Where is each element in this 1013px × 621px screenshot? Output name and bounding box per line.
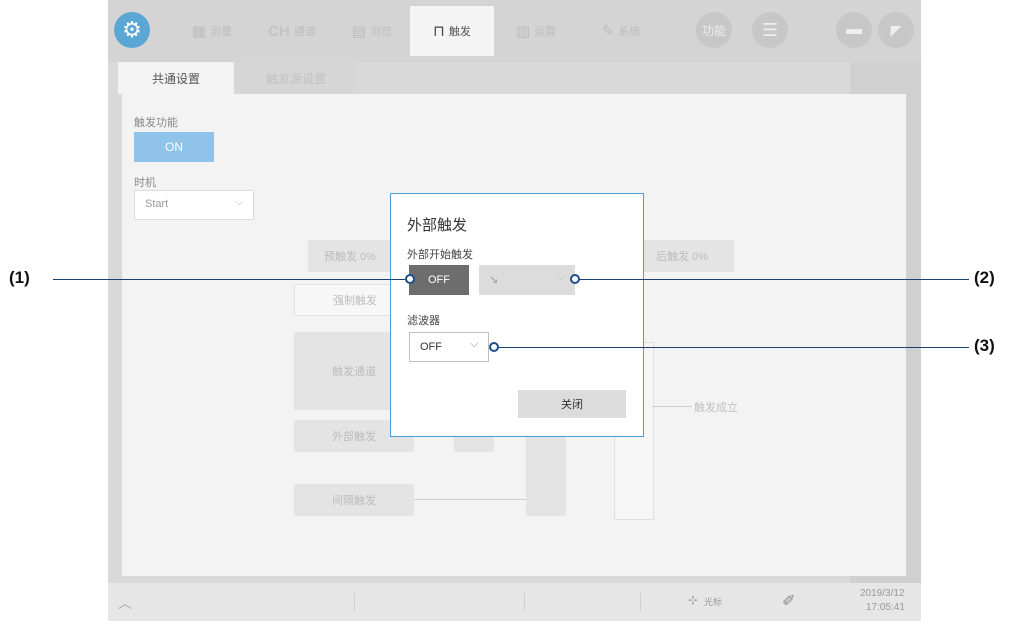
timing-label: 时机 <box>134 177 156 189</box>
document-icon: ▤ <box>351 23 367 40</box>
subtab-common-settings[interactable]: 共通设置 <box>118 62 234 94</box>
callout-1-line <box>53 279 409 280</box>
function-button[interactable]: 功能 <box>696 12 732 48</box>
filter-value: OFF <box>420 341 442 353</box>
tab-channel-label: 通道 <box>293 26 316 38</box>
pre-trigger-box[interactable]: 预触发 0% <box>308 240 392 272</box>
tab-trigger-label: 触发 <box>448 26 471 38</box>
status-time: 17:05:41 <box>866 602 905 613</box>
slope-select[interactable]: ↘ ⌵ <box>479 265 575 295</box>
cursor-label[interactable]: 光标 <box>704 595 722 608</box>
top-toolbar: ⚙ ▦ 测量 CH 通道 ▤ 浏览 ⊓ 触发 ▥ 运算 ✎ 系统 功能 ☰ ▬ <box>108 0 921 62</box>
falling-slope-icon: ↘ <box>489 274 499 286</box>
connector-line <box>414 499 526 500</box>
ext-start-trigger-toggle[interactable]: OFF <box>409 265 469 295</box>
external-trigger-dialog: 外部触发 外部开始触发 OFF ↘ ⌵ 滤波器 OFF ⌵ 关闭 <box>390 193 644 437</box>
chevron-down-icon: ⌵ <box>235 196 244 208</box>
tab-trigger[interactable]: ⊓ 触发 <box>410 6 494 56</box>
divider <box>524 593 525 611</box>
tab-channel[interactable]: CH 通道 <box>252 6 332 56</box>
subtab-common-label: 共通设置 <box>151 71 200 86</box>
trigger-function-toggle[interactable]: ON <box>134 132 214 162</box>
callout-1-label: (1) <box>9 268 30 287</box>
cursor-axis-icon: ⊹ <box>688 593 699 607</box>
callout-3-line <box>497 347 969 348</box>
combine-box <box>526 434 566 516</box>
post-trigger-box[interactable]: 后触发 0% <box>630 240 734 272</box>
tab-measure-label: 测量 <box>210 26 233 38</box>
tab-system-label: 系统 <box>618 26 641 38</box>
waveform-icon: ▦ <box>191 23 207 40</box>
dialog-title: 外部触发 <box>407 217 468 234</box>
callout-3-dot <box>489 342 499 352</box>
tab-browse-label: 浏览 <box>370 26 393 38</box>
close-button[interactable]: 关闭 <box>518 390 626 418</box>
timing-select[interactable]: Start ⌵ <box>134 190 254 220</box>
subtab-source-label: 触发源设置 <box>265 71 326 86</box>
ext-start-trigger-label: 外部开始触发 <box>407 249 473 261</box>
callout-2-label: (2) <box>974 268 995 287</box>
grid-icon: ▥ <box>515 23 531 40</box>
settings-gear-icon[interactable]: ⚙ <box>114 12 150 48</box>
status-bar: ︿ ⊹ 光标 ✐ 2019/3/12 17:05:41 <box>108 583 921 621</box>
filter-select[interactable]: OFF ⌵ <box>409 332 489 362</box>
callout-2-dot <box>570 274 580 284</box>
trigger-function-label: 触发功能 <box>134 117 178 129</box>
status-date: 2019/3/12 <box>860 588 905 599</box>
list-menu-icon[interactable]: ☰ <box>752 12 788 48</box>
trigger-icon: ⊓ <box>433 23 445 40</box>
tab-measure[interactable]: ▦ 测量 <box>172 6 252 56</box>
expand-icon[interactable]: ◤ <box>878 12 914 48</box>
divider <box>640 593 641 611</box>
wrench-icon: ✎ <box>601 23 615 40</box>
function-button-label: 功能 <box>701 23 726 38</box>
chevron-down-icon: ⌵ <box>557 271 566 283</box>
timing-value: Start <box>145 198 169 210</box>
callout-3-label: (3) <box>974 336 995 355</box>
callout-2-line <box>578 279 969 280</box>
folder-icon[interactable]: ▬ <box>836 12 872 48</box>
callout-1-dot <box>405 274 415 284</box>
divider <box>354 593 355 611</box>
tab-browse[interactable]: ▤ 浏览 <box>332 6 412 56</box>
chevron-up-icon[interactable]: ︿ <box>118 593 132 613</box>
interval-trigger-box[interactable]: 间隔触发 <box>294 484 414 516</box>
subtab-trigger-source[interactable]: 触发源设置 <box>234 62 358 94</box>
usb-drive-icon: ✐ <box>782 593 796 610</box>
tab-calc[interactable]: ▥ 运算 <box>496 6 576 56</box>
tab-calc-label: 运算 <box>534 26 557 38</box>
trigger-established-label: 触发成立 <box>694 402 738 414</box>
chevron-down-icon: ⌵ <box>470 338 479 350</box>
filter-label: 滤波器 <box>407 315 440 327</box>
connector-line <box>652 406 692 407</box>
tab-system[interactable]: ✎ 系统 <box>578 6 664 56</box>
channel-icon: CH <box>268 22 290 40</box>
